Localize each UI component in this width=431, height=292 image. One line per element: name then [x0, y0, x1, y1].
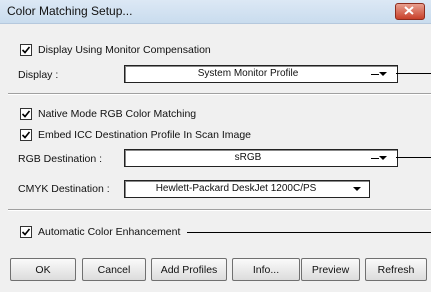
checkbox-box	[20, 226, 32, 238]
rgb-destination-value: sRGB	[234, 152, 262, 163]
checkbox-box	[20, 108, 32, 120]
checkbox-label: Native Mode RGB Color Matching	[38, 108, 197, 120]
checkbox-label: Display Using Monitor Compensation	[38, 44, 211, 56]
dropdown-line	[371, 74, 379, 75]
window-title: Color Matching Setup...	[7, 4, 133, 18]
display-value: System Monitor Profile	[197, 68, 299, 79]
dropdown-line	[371, 158, 379, 159]
close-button[interactable]	[395, 3, 425, 20]
separator-2	[8, 209, 431, 211]
cancel-button[interactable]: Cancel	[82, 258, 146, 281]
checkbox-label: Automatic Color Enhancement	[38, 226, 181, 238]
check-icon	[21, 228, 31, 236]
ok-button[interactable]: OK	[10, 258, 76, 281]
refresh-button[interactable]: Refresh	[365, 258, 427, 281]
check-icon	[21, 46, 31, 54]
close-icon	[404, 6, 414, 15]
color-matching-dialog: Color Matching Setup... Display Using Mo…	[0, 0, 431, 292]
auto-enhancement-checkbox[interactable]: Automatic Color Enhancement	[20, 226, 180, 238]
rgb-destination-label: RGB Destination :	[18, 153, 103, 165]
preview-button[interactable]: Preview	[301, 258, 360, 281]
checkbox-box	[20, 44, 32, 56]
display-compensation-checkbox[interactable]: Display Using Monitor Compensation	[20, 44, 211, 56]
native-mode-checkbox[interactable]: Native Mode RGB Color Matching	[20, 108, 196, 120]
rgb-destination-dropdown[interactable]: sRGB	[124, 149, 398, 167]
cmyk-destination-dropdown[interactable]: Hewlett-Packard DeskJet 1200C/PS	[124, 180, 370, 198]
chevron-down-icon	[353, 187, 361, 191]
check-icon	[21, 110, 31, 118]
rgb-leader-line	[396, 157, 431, 158]
add-profiles-button[interactable]: Add Profiles	[151, 258, 227, 281]
auto-enhancement-leader-line	[187, 232, 431, 233]
display-label: Display :	[18, 69, 59, 81]
separator-1	[8, 93, 431, 95]
checkbox-box	[20, 129, 32, 141]
display-dropdown[interactable]: System Monitor Profile	[124, 65, 398, 83]
embed-icc-checkbox[interactable]: Embed ICC Destination Profile In Scan Im…	[20, 129, 251, 141]
cmyk-destination-value: Hewlett-Packard DeskJet 1200C/PS	[155, 183, 317, 194]
chevron-down-icon	[379, 72, 387, 76]
chevron-down-icon	[379, 156, 387, 160]
checkbox-label: Embed ICC Destination Profile In Scan Im…	[38, 129, 252, 141]
check-icon	[21, 131, 31, 139]
title-bar: Color Matching Setup...	[0, 0, 431, 24]
cmyk-destination-label: CMYK Destination :	[18, 183, 110, 195]
display-leader-line	[396, 73, 431, 74]
info-button[interactable]: Info...	[232, 258, 300, 281]
